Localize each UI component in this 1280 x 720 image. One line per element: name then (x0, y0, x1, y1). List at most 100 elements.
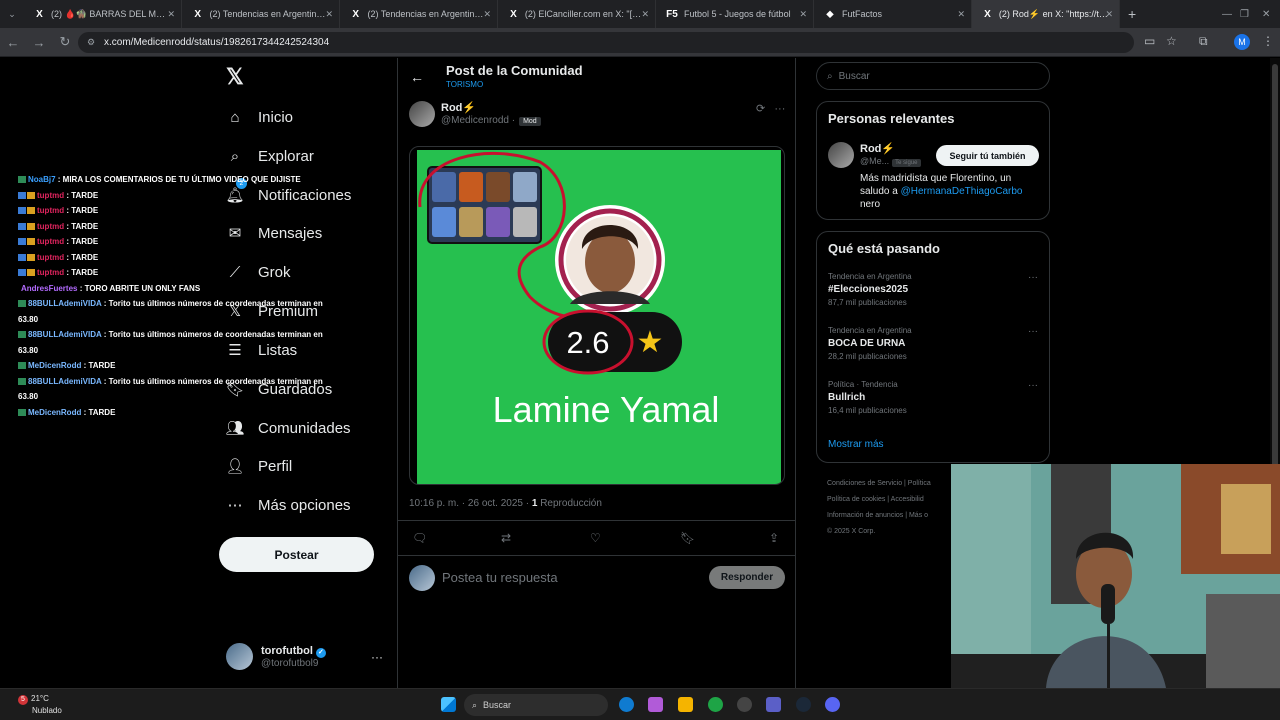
chrome-icon[interactable] (708, 697, 723, 712)
post-button[interactable]: Postear (219, 537, 374, 572)
search-input[interactable]: ⌕ Buscar (816, 62, 1050, 90)
author-avatar[interactable] (409, 101, 435, 127)
app-icon[interactable] (737, 697, 752, 712)
bookmark-star-icon[interactable]: ☆ (1166, 34, 1177, 48)
relevant-avatar[interactable] (828, 142, 854, 168)
grok-icon[interactable]: ⟳ (756, 103, 765, 115)
cast-icon[interactable]: ▭ (1144, 34, 1155, 48)
tab-close-icon[interactable]: ✕ (483, 9, 491, 20)
chat-text: : Torito tus últimos números de coordena… (101, 330, 323, 339)
copilot-icon[interactable] (648, 697, 663, 712)
browser-tab[interactable]: F5 Futbol 5 - Juegos de fútbol ✕ (656, 0, 814, 28)
author-name[interactable]: Rod⚡ (441, 101, 476, 114)
trend-item[interactable]: Tendencia en Argentina #Elecciones2025 87,… (828, 272, 1038, 307)
url-input[interactable]: ⚙ x.com/Medicenrodd/status/1982617344242… (78, 32, 1134, 53)
browser-tab[interactable]: ⬥ FutFactos ✕ (814, 0, 972, 28)
nav-item-explore[interactable]: ⌕ Explorar (226, 147, 314, 165)
file-explorer-icon[interactable] (678, 697, 693, 712)
reply-icon[interactable]: 🗨︎ (412, 531, 427, 545)
browser-menu-icon[interactable]: ⋮ (1262, 34, 1274, 48)
follow-button[interactable]: Seguir tú también (936, 145, 1039, 166)
trend-more-icon[interactable]: ··· (1028, 380, 1038, 391)
nav-item-profile[interactable]: 👤︎ Perfil (225, 457, 292, 476)
reload-button[interactable]: ↻ (52, 34, 78, 50)
chat-username: tuptmd (37, 237, 65, 246)
tab-close-icon[interactable]: ✕ (641, 9, 649, 20)
weather-widget[interactable]: 5 21°C Nublado (18, 693, 62, 716)
chat-message: AndresFuertes : TORO ABRITE UN ONLY FANS (18, 281, 348, 297)
post-more-icon[interactable]: ··· (774, 103, 785, 115)
footer-line[interactable]: Política de cookies | Accesibilid (827, 492, 957, 508)
taskbar-search[interactable]: ⌕ Buscar (464, 694, 608, 716)
discord-icon[interactable] (825, 697, 840, 712)
reply-input[interactable]: Postea tu respuesta (442, 570, 558, 585)
x-logo[interactable]: 𝕏 (226, 64, 244, 90)
minimize-button[interactable]: — (1222, 9, 1232, 20)
reply-avatar (409, 565, 435, 591)
new-tab-button[interactable]: + (1128, 6, 1136, 22)
teams-icon[interactable] (766, 697, 781, 712)
share-icon[interactable]: ⇪ (769, 531, 779, 545)
chat-text: : Torito tus últimos números de coordena… (101, 299, 323, 308)
chat-message: 88BULLAdemiVIDA : Torito tus últimos núm… (18, 374, 348, 390)
start-icon[interactable] (441, 697, 456, 712)
browser-tab[interactable]: X (2) ElCanciller.com en X: "[REDE ✕ (498, 0, 656, 28)
forward-button[interactable]: → (26, 35, 52, 50)
trend-item[interactable]: Política · Tendencia Bullrich 16,4 mil pub… (828, 380, 1038, 415)
tab-favicon: X (984, 8, 991, 20)
maximize-button[interactable]: ❐ (1240, 9, 1249, 20)
trend-name: BOCA DE URNA (828, 338, 906, 349)
trend-item[interactable]: Tendencia en Argentina BOCA DE URNA 28,2 m… (828, 326, 1038, 361)
browser-tab-strip: ⌄ X (2) 🩸🧌 BARRAS DEL MUNDO ✕ X (2) Tendenci… (0, 0, 1280, 28)
more-icon: ⋯ (227, 497, 243, 514)
tab-close-icon[interactable]: ✕ (325, 9, 333, 20)
nav-item-home[interactable]: ⌂ Inicio (226, 108, 293, 126)
account-switcher[interactable]: torofutbol ✓ @torofutbol9 (226, 643, 326, 670)
account-more-icon[interactable]: ··· (371, 650, 383, 664)
bio-mention-link[interactable]: @HermanaDeThiagoCarbo (901, 186, 1023, 197)
relevant-handle[interactable]: @Me... (860, 156, 889, 166)
webcam-image (951, 464, 1280, 688)
author-handle[interactable]: @Medicenrodd · (441, 115, 515, 126)
tab-search-icon[interactable]: ⌄ (0, 0, 24, 28)
browser-tab[interactable]: X (2) Tendencias en Argentina en ✕ (340, 0, 498, 28)
back-button[interactable]: ← (0, 35, 26, 50)
chat-username: tuptmd (37, 252, 65, 262)
browser-tab[interactable]: X (2) Tendencias en Argentina en ✕ (182, 0, 340, 28)
reply-button[interactable]: Responder (709, 566, 785, 589)
chat-badge-icon (18, 377, 26, 385)
browser-tab[interactable]: X (2) 🩸🧌 BARRAS DEL MUNDO ✕ (24, 0, 182, 28)
edge-icon[interactable] (619, 697, 634, 712)
like-icon[interactable]: ♡ (590, 531, 601, 545)
chat-text: : TARDE (81, 407, 116, 417)
extensions-icon[interactable]: ⧉ (1199, 34, 1208, 49)
post-image[interactable]: 2.6 ★ Lamine Yamal (409, 146, 785, 485)
show-more-link[interactable]: Mostrar más (828, 439, 884, 450)
tab-close-icon[interactable]: ✕ (957, 9, 965, 20)
nav-item-communities[interactable]: 👥︎ Comunidades (225, 419, 350, 438)
trend-meta: Política · Tendencia (828, 380, 898, 389)
footer-line[interactable]: Información de anuncios | Más o (827, 508, 957, 524)
tab-close-icon[interactable]: ✕ (1105, 9, 1113, 20)
tab-close-icon[interactable]: ✕ (167, 9, 175, 20)
chat-message: 88BULLAdemiVIDA : Torito tus últimos núm… (18, 296, 348, 312)
footer-links: Condiciones de Servicio | Política Polít… (827, 476, 957, 540)
repost-icon[interactable]: ⇄ (501, 531, 511, 545)
window-close-button[interactable]: ✕ (1262, 9, 1270, 20)
footer-line[interactable]: Condiciones de Servicio | Política (827, 476, 957, 492)
nav-item-more[interactable]: ⋯ Más opciones (226, 496, 351, 515)
views-label: Reproducción (540, 498, 602, 509)
browser-tab[interactable]: X (2) Rod⚡ en X: "https://t.co/kl ✕ (972, 0, 1120, 28)
trend-more-icon[interactable]: ··· (1028, 272, 1038, 283)
trend-more-icon[interactable]: ··· (1028, 326, 1038, 337)
chat-username: tuptmd (37, 268, 65, 277)
post-time[interactable]: 10:16 p. m. · 26 oct. 2025 · (409, 498, 529, 509)
community-link[interactable]: TORISMO (446, 80, 483, 89)
relevant-name[interactable]: Rod⚡ (860, 142, 895, 155)
bookmark-icon[interactable]: 🔖︎ (680, 531, 695, 545)
profile-avatar[interactable]: M (1234, 34, 1250, 50)
site-info-icon[interactable]: ⚙ (87, 37, 95, 48)
steam-icon[interactable] (796, 697, 811, 712)
tab-close-icon[interactable]: ✕ (799, 9, 807, 20)
back-arrow-icon[interactable]: ← (410, 69, 424, 85)
